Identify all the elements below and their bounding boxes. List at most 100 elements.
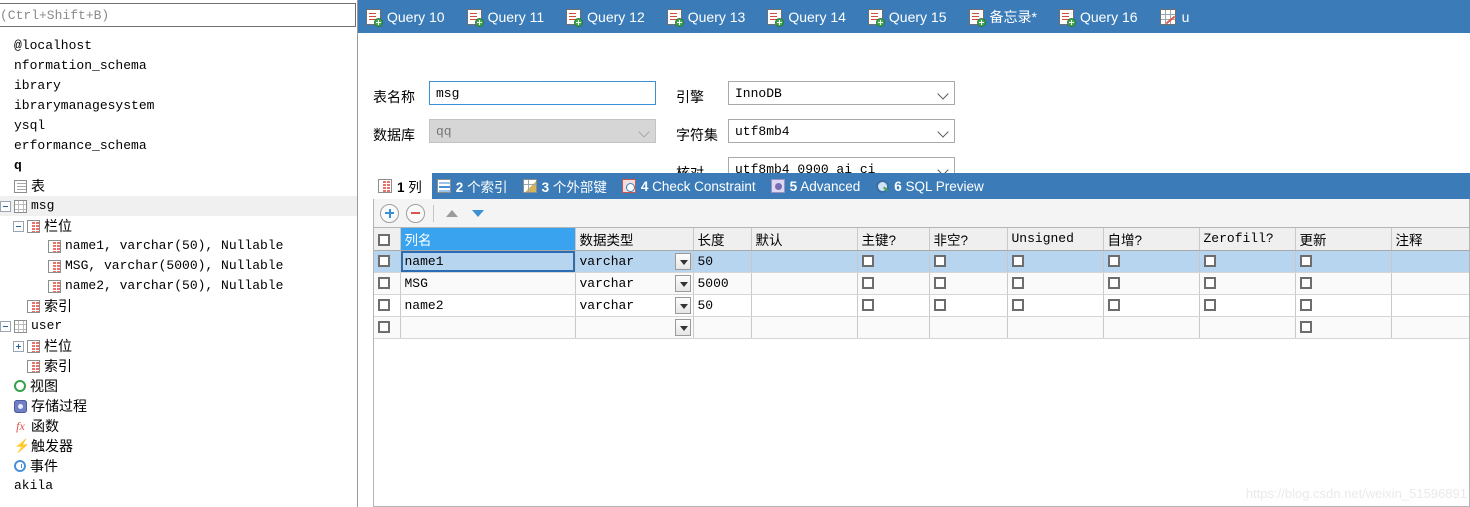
tree-node[interactable]: 栏位 bbox=[0, 336, 357, 356]
column-header-type[interactable]: 数据类型 bbox=[575, 228, 694, 251]
database-tree[interactable]: @localhost nformation_schema ibrary ibrarym… bbox=[0, 36, 357, 507]
row-select-checkbox-cell[interactable] bbox=[374, 272, 401, 295]
zerofill-checkbox-cell[interactable] bbox=[1199, 316, 1296, 339]
move-column-up-button[interactable] bbox=[442, 203, 462, 223]
engine-select[interactable]: InnoDB bbox=[728, 81, 955, 105]
default-cell[interactable] bbox=[751, 294, 858, 317]
pk-checkbox-cell[interactable] bbox=[857, 294, 930, 317]
tree-node[interactable]: nformation_schema bbox=[0, 56, 357, 76]
tree-node[interactable]: 索引 bbox=[0, 356, 357, 376]
tree-node[interactable]: ibrarymanagesystem bbox=[0, 96, 357, 116]
default-cell[interactable] bbox=[751, 250, 858, 273]
zerofill-checkbox[interactable] bbox=[1203, 255, 1216, 268]
row-select-checkbox[interactable] bbox=[378, 321, 390, 334]
update-checkbox-cell[interactable] bbox=[1295, 272, 1392, 295]
name-cell[interactable]: name2 bbox=[400, 294, 576, 317]
column-header-zerofill[interactable]: Zerofill? bbox=[1199, 228, 1296, 251]
data-type-dropdown-button[interactable] bbox=[674, 252, 691, 270]
row-select-checkbox[interactable] bbox=[378, 277, 390, 290]
tree-node[interactable]: 栏位 bbox=[0, 216, 357, 236]
designer-tab-advanced[interactable]: 5 Advanced bbox=[766, 173, 871, 199]
designer-tab-columns[interactable]: 1 列 bbox=[373, 173, 432, 199]
default-cell[interactable] bbox=[751, 272, 858, 295]
tree-node[interactable]: erformance_schema bbox=[0, 136, 357, 156]
search-input[interactable]: (Ctrl+Shift+B) bbox=[0, 3, 356, 27]
column-header-notnull[interactable]: 非空? bbox=[929, 228, 1008, 251]
notnull-checkbox-cell[interactable] bbox=[929, 250, 1008, 273]
unsigned-checkbox-cell[interactable] bbox=[1007, 272, 1104, 295]
unsigned-checkbox-cell[interactable] bbox=[1007, 316, 1104, 339]
table-row[interactable]: name2 varchar 50 bbox=[374, 294, 1469, 317]
tree-node[interactable]: msg bbox=[0, 196, 357, 216]
tree-node[interactable]: name1, varchar(50), Nullable bbox=[0, 236, 357, 256]
editor-tab[interactable]: Query 14 bbox=[759, 0, 860, 33]
pk-checkbox[interactable] bbox=[861, 255, 874, 268]
column-header-comment[interactable]: 注释 bbox=[1391, 228, 1469, 251]
table-row[interactable]: MSG varchar 5000 bbox=[374, 272, 1469, 295]
comment-cell[interactable] bbox=[1391, 272, 1469, 295]
data-type-dropdown-button[interactable] bbox=[674, 274, 691, 292]
autoinc-checkbox-cell[interactable] bbox=[1103, 294, 1200, 317]
autoinc-checkbox[interactable] bbox=[1107, 255, 1120, 268]
collapse-expander-icon[interactable] bbox=[0, 320, 11, 332]
length-cell[interactable]: 50 bbox=[693, 294, 752, 317]
data-type-dropdown-button[interactable] bbox=[674, 318, 691, 336]
name-cell[interactable]: MSG bbox=[400, 272, 576, 295]
comment-cell[interactable] bbox=[1391, 250, 1469, 273]
tree-node[interactable]: 触发器 bbox=[0, 436, 357, 456]
notnull-checkbox[interactable] bbox=[933, 255, 946, 268]
notnull-checkbox[interactable] bbox=[933, 277, 946, 290]
update-checkbox[interactable] bbox=[1299, 321, 1312, 334]
tree-node[interactable]: ysql bbox=[0, 116, 357, 136]
designer-tab-index[interactable]: 2 个索引 bbox=[432, 173, 518, 199]
zerofill-checkbox[interactable] bbox=[1203, 277, 1216, 290]
tree-node[interactable]: user bbox=[0, 316, 357, 336]
remove-column-button[interactable] bbox=[406, 203, 425, 223]
tree-node[interactable]: q bbox=[0, 156, 357, 176]
column-header-default[interactable]: 默认 bbox=[751, 228, 858, 251]
default-cell[interactable] bbox=[751, 316, 858, 339]
designer-tab-sql-preview[interactable]: 6 SQL Preview bbox=[870, 173, 994, 199]
select-all-checkbox[interactable] bbox=[378, 233, 390, 246]
unsigned-checkbox-cell[interactable] bbox=[1007, 250, 1104, 273]
expand-expander-icon[interactable] bbox=[13, 340, 24, 352]
comment-cell[interactable] bbox=[1391, 316, 1469, 339]
row-select-checkbox-cell[interactable] bbox=[374, 294, 401, 317]
notnull-checkbox-cell[interactable] bbox=[929, 316, 1008, 339]
unsigned-checkbox[interactable] bbox=[1011, 299, 1024, 312]
editor-tab[interactable]: Query 11 bbox=[459, 0, 559, 33]
comment-cell[interactable] bbox=[1391, 294, 1469, 317]
tree-node[interactable]: fx 函数 bbox=[0, 416, 357, 436]
tree-node[interactable]: 表 bbox=[0, 176, 357, 196]
table-row[interactable]: name1 varchar 50 bbox=[374, 250, 1469, 273]
tree-node[interactable]: 存储过程 bbox=[0, 396, 357, 416]
column-header-pk[interactable]: 主键? bbox=[857, 228, 930, 251]
notnull-checkbox[interactable] bbox=[933, 299, 946, 312]
table-row[interactable] bbox=[374, 316, 1469, 339]
editor-tab[interactable]: Query 13 bbox=[659, 0, 760, 33]
collapse-expander-icon[interactable] bbox=[13, 220, 24, 232]
zerofill-checkbox-cell[interactable] bbox=[1199, 294, 1296, 317]
autoinc-checkbox[interactable] bbox=[1107, 277, 1120, 290]
update-checkbox-cell[interactable] bbox=[1295, 316, 1392, 339]
row-select-checkbox[interactable] bbox=[378, 255, 390, 268]
column-header-length[interactable]: 长度 bbox=[693, 228, 752, 251]
pk-checkbox[interactable] bbox=[861, 277, 874, 290]
table-name-input[interactable]: msg bbox=[429, 81, 656, 105]
editor-tab[interactable]: 备忘录* bbox=[961, 0, 1051, 33]
length-cell[interactable]: 50 bbox=[693, 250, 752, 273]
pk-checkbox-cell[interactable] bbox=[857, 272, 930, 295]
length-cell[interactable] bbox=[693, 316, 752, 339]
autoinc-checkbox-cell[interactable] bbox=[1103, 272, 1200, 295]
row-select-checkbox-cell[interactable] bbox=[374, 316, 401, 339]
autoinc-checkbox-cell[interactable] bbox=[1103, 250, 1200, 273]
tree-node[interactable]: 视图 bbox=[0, 376, 357, 396]
column-definition-grid[interactable]: 列名 数据类型 长度 默认 主键? 非空? Unsigned 自增? Zerofill? 更新 注释… bbox=[373, 227, 1470, 507]
data-type-cell[interactable]: varchar bbox=[575, 294, 694, 317]
column-grid-toolbar[interactable] bbox=[373, 199, 1470, 227]
unsigned-checkbox[interactable] bbox=[1011, 255, 1024, 268]
notnull-checkbox-cell[interactable] bbox=[929, 294, 1008, 317]
name-cell[interactable]: name1 bbox=[400, 250, 576, 273]
tree-node[interactable]: 事件 bbox=[0, 456, 357, 476]
data-type-cell[interactable]: varchar bbox=[575, 272, 694, 295]
